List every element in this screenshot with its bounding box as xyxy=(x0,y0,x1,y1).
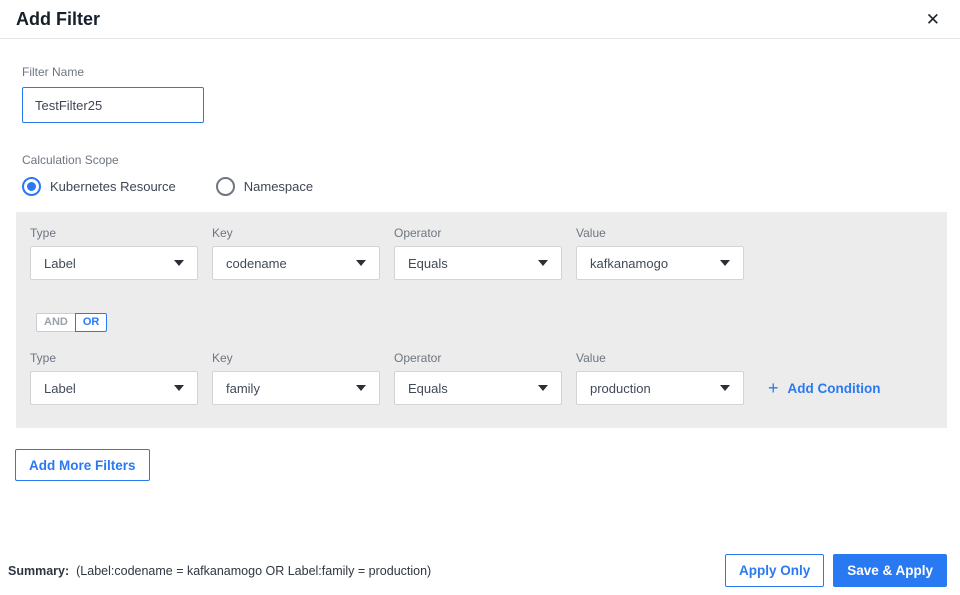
logic-operator-toggle: AND OR xyxy=(36,313,108,332)
key-label: Key xyxy=(212,226,233,240)
type-dropdown[interactable]: Label xyxy=(30,246,198,280)
condition-key-field: Key codename xyxy=(212,226,380,280)
radio-kubernetes-resource[interactable]: Kubernetes Resource xyxy=(22,177,176,196)
value-label: Value xyxy=(576,226,606,240)
radio-namespace[interactable]: Namespace xyxy=(215,177,314,196)
summary-label: Summary: xyxy=(8,563,70,578)
chevron-down-icon xyxy=(174,385,184,391)
close-icon[interactable]: ✕ xyxy=(922,9,944,30)
conditions-panel: Type Label Key codename Operator Equals xyxy=(16,212,947,428)
or-toggle-button[interactable]: OR xyxy=(74,313,108,332)
type-dropdown-value: Label xyxy=(44,380,76,396)
add-more-filters-button[interactable]: Add More Filters xyxy=(15,449,150,481)
chevron-down-icon xyxy=(538,260,548,266)
condition-operator-field: Operator Equals xyxy=(394,351,562,405)
dialog-footer: Summary: (Label:codename = kafkanamogo OR… xyxy=(0,554,960,587)
chevron-down-icon xyxy=(356,385,366,391)
key-dropdown[interactable]: codename xyxy=(212,246,380,280)
filter-name-section: Filter Name xyxy=(22,65,960,123)
operator-label: Operator xyxy=(394,351,442,365)
calculation-scope-options: Kubernetes Resource Namespace xyxy=(22,177,960,196)
add-condition-wrap: + Add Condition xyxy=(768,351,881,405)
condition-row-1: Type Label Key codename Operator Equals xyxy=(30,226,933,280)
condition-key-field: Key family xyxy=(212,351,380,405)
add-more-filters-section: Add More Filters xyxy=(0,428,960,481)
radio-selected-icon[interactable] xyxy=(22,177,41,196)
condition-value-field: Value production xyxy=(576,351,744,405)
operator-dropdown-value: Equals xyxy=(408,380,448,396)
condition-operator-field: Operator Equals xyxy=(394,226,562,280)
filter-name-label: Filter Name xyxy=(22,65,85,79)
value-dropdown-value: kafkanamogo xyxy=(590,255,669,271)
key-dropdown-value: family xyxy=(226,380,260,396)
add-condition-button[interactable]: + Add Condition xyxy=(768,379,881,397)
summary-text: (Label:codename = kafkanamogo OR Label:f… xyxy=(76,563,432,578)
plus-icon: + xyxy=(768,378,779,398)
type-dropdown[interactable]: Label xyxy=(30,371,198,405)
chevron-down-icon xyxy=(174,260,184,266)
condition-type-field: Type Label xyxy=(30,351,198,405)
operator-dropdown[interactable]: Equals xyxy=(394,246,562,280)
value-dropdown-value: production xyxy=(590,380,651,396)
add-filter-dialog: Add Filter ✕ Filter Name Calculation Sco… xyxy=(0,0,960,595)
operator-dropdown[interactable]: Equals xyxy=(394,371,562,405)
value-dropdown[interactable]: kafkanamogo xyxy=(576,246,744,280)
and-toggle-button[interactable]: AND xyxy=(36,313,76,332)
type-dropdown-value: Label xyxy=(44,255,76,271)
key-label: Key xyxy=(212,351,233,365)
condition-type-field: Type Label xyxy=(30,226,198,280)
key-dropdown[interactable]: family xyxy=(212,371,380,405)
operator-label: Operator xyxy=(394,226,442,240)
summary: Summary: (Label:codename = kafkanamogo OR… xyxy=(8,564,431,578)
calculation-scope-label: Calculation Scope xyxy=(22,153,119,167)
condition-row-2: Type Label Key family Operator Equals Va… xyxy=(30,351,933,405)
dialog-header: Add Filter ✕ xyxy=(0,0,960,39)
chevron-down-icon xyxy=(356,260,366,266)
save-and-apply-button[interactable]: Save & Apply xyxy=(833,554,947,587)
radio-unselected-icon[interactable] xyxy=(215,177,235,196)
operator-dropdown-value: Equals xyxy=(408,255,448,271)
radio-label: Namespace xyxy=(243,179,314,194)
chevron-down-icon xyxy=(538,385,548,391)
type-label: Type xyxy=(30,351,57,365)
chevron-down-icon xyxy=(720,260,730,266)
condition-value-field: Value kafkanamogo xyxy=(576,226,744,280)
filter-name-input[interactable] xyxy=(22,87,204,123)
dialog-title: Add Filter xyxy=(16,8,100,29)
add-condition-label: Add Condition xyxy=(787,380,881,396)
key-dropdown-value: codename xyxy=(226,255,287,271)
footer-actions: Apply Only Save & Apply xyxy=(724,554,947,587)
calculation-scope-section: Calculation Scope Kubernetes Resource Na… xyxy=(22,153,960,196)
value-label: Value xyxy=(576,351,606,365)
apply-only-button[interactable]: Apply Only xyxy=(724,554,825,587)
chevron-down-icon xyxy=(720,385,730,391)
radio-label: Kubernetes Resource xyxy=(50,179,176,194)
type-label: Type xyxy=(30,226,57,240)
value-dropdown[interactable]: production xyxy=(576,371,744,405)
